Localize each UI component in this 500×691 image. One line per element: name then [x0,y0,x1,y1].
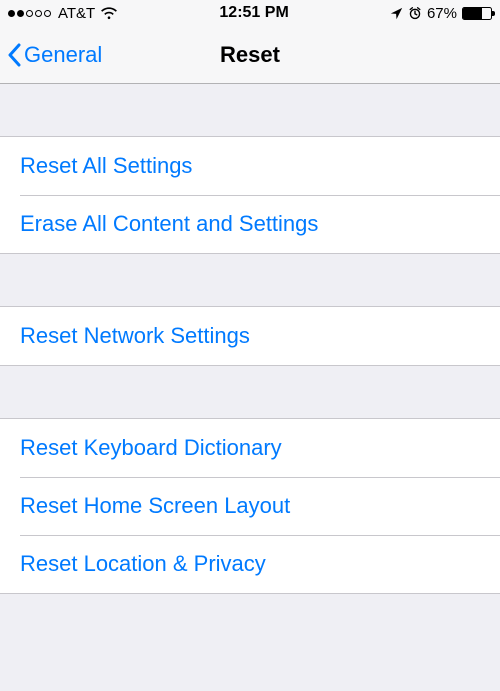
status-left: AT&T [8,5,118,22]
row-label: Reset Network Settings [20,307,250,365]
row-label: Reset All Settings [20,137,192,195]
reset-all-settings-row[interactable]: Reset All Settings [0,137,500,195]
settings-group: Reset Network Settings [0,306,500,366]
battery-icon [462,7,492,20]
wifi-icon [100,7,118,20]
alarm-icon [408,6,422,20]
row-label: Reset Keyboard Dictionary [20,419,282,477]
settings-group: Reset All Settings Erase All Content and… [0,136,500,254]
clock-time: 12:51 PM [219,4,288,22]
settings-group: Reset Keyboard Dictionary Reset Home Scr… [0,418,500,594]
group-spacer [0,84,500,136]
location-icon [390,7,403,20]
reset-keyboard-dictionary-row[interactable]: Reset Keyboard Dictionary [0,419,500,477]
signal-strength-icon [8,10,51,17]
back-label: General [24,42,102,68]
reset-location-privacy-row[interactable]: Reset Location & Privacy [0,535,500,593]
reset-network-settings-row[interactable]: Reset Network Settings [0,307,500,365]
navigation-bar: General Reset [0,26,500,84]
row-label: Erase All Content and Settings [20,195,318,253]
back-button[interactable]: General [6,26,102,83]
chevron-left-icon [6,43,22,67]
reset-home-screen-layout-row[interactable]: Reset Home Screen Layout [0,477,500,535]
status-bar: AT&T 12:51 PM 67% [0,0,500,26]
status-right: 67% [390,5,492,22]
row-label: Reset Location & Privacy [20,535,266,593]
page-title: Reset [220,42,280,68]
battery-percentage: 67% [427,5,457,22]
group-spacer [0,366,500,418]
carrier-label: AT&T [58,5,95,22]
erase-all-content-row[interactable]: Erase All Content and Settings [0,195,500,253]
group-spacer [0,254,500,306]
row-label: Reset Home Screen Layout [20,477,290,535]
